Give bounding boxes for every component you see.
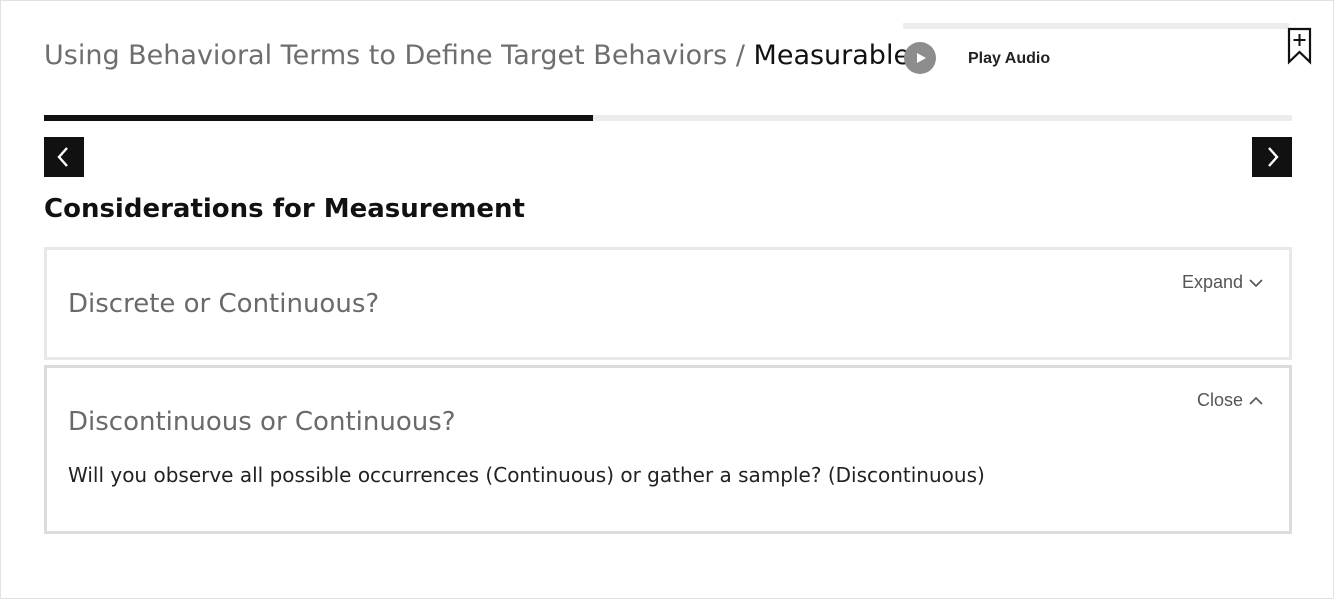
lesson-frame: Using Behavioral Terms to Define Target … [0,0,1334,599]
breadcrumb: Using Behavioral Terms to Define Target … [44,39,910,73]
close-button[interactable]: Close [1197,390,1263,411]
accordion-item-title[interactable]: Discrete or Continuous? [68,288,379,320]
audio-progress-track[interactable] [903,23,1289,29]
chevron-left-icon [57,147,68,167]
expand-button[interactable]: Expand [1182,272,1263,293]
chevron-down-icon [1249,278,1263,287]
accordion-item-title[interactable]: Discontinuous or Continuous? [68,406,456,438]
accordion-item-body: Will you observe all possible occurrence… [68,463,985,487]
chevron-right-icon [1268,147,1279,167]
bookmark-add-icon[interactable] [1286,27,1314,67]
lesson-progress-bar [44,115,1292,121]
breadcrumb-current: Measurable [753,40,911,71]
breadcrumb-course[interactable]: Using Behavioral Terms to Define Target … [44,40,727,71]
audio-player: Play Audio [903,23,1291,79]
previous-button[interactable] [44,137,84,177]
next-button[interactable] [1252,137,1292,177]
play-audio-button[interactable]: Play Audio [968,50,1050,68]
breadcrumb-separator: / [727,40,754,71]
expand-label: Expand [1181,272,1243,292]
close-label: Close [1196,390,1243,410]
lesson-progress-fill [44,115,594,121]
accordion-item-discrete[interactable]: Discrete or Continuous? Expand [44,247,1292,360]
chevron-up-icon [1249,396,1263,405]
play-icon[interactable] [904,42,936,74]
accordion-item-discontinuous[interactable]: Discontinuous or Continuous? Close Will … [44,365,1292,534]
section-title: Considerations for Measurement [44,194,525,224]
